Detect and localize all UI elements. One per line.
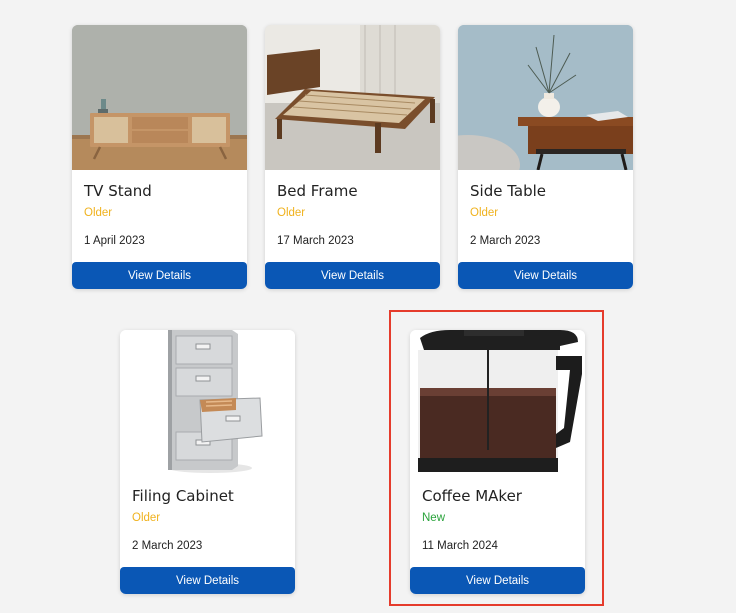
- product-card-coffee-maker: Coffee MAker New 11 March 2024 View Deta…: [410, 330, 585, 594]
- view-details-button[interactable]: View Details: [458, 262, 633, 289]
- product-card-filing-cabinet: Filing Cabinet Older 2 March 2023 View D…: [120, 330, 295, 594]
- card-title: TV Stand: [84, 182, 152, 200]
- card-title: Side Table: [470, 182, 546, 200]
- product-card-bed-frame: Bed Frame Older 17 March 2023 View Detai…: [265, 25, 440, 289]
- view-details-button[interactable]: View Details: [265, 262, 440, 289]
- status-badge: Older: [84, 207, 113, 219]
- product-card-tv-stand: TV Stand Older 1 April 2023 View Details: [72, 25, 247, 289]
- filing-cabinet-image: [120, 330, 295, 475]
- card-title: Filing Cabinet: [132, 487, 234, 505]
- coffee-maker-image: [410, 330, 585, 475]
- status-badge: Older: [277, 207, 306, 219]
- status-badge: Older: [132, 512, 161, 524]
- card-title: Coffee MAker: [422, 487, 522, 505]
- tv-stand-image: [72, 25, 247, 170]
- card-date: 2 March 2023: [132, 540, 203, 552]
- view-details-button[interactable]: View Details: [410, 567, 585, 594]
- side-table-image: [458, 25, 633, 170]
- card-date: 11 March 2024: [422, 540, 498, 552]
- product-card-side-table: Side Table Older 2 March 2023 View Detai…: [458, 25, 633, 289]
- bed-frame-image: [265, 25, 440, 170]
- view-details-button[interactable]: View Details: [120, 567, 295, 594]
- card-date: 1 April 2023: [84, 235, 145, 247]
- card-date: 2 March 2023: [470, 235, 541, 247]
- status-badge: Older: [470, 207, 499, 219]
- view-details-button[interactable]: View Details: [72, 262, 247, 289]
- status-badge: New: [422, 512, 446, 524]
- card-date: 17 March 2023: [277, 235, 354, 247]
- card-title: Bed Frame: [277, 182, 358, 200]
